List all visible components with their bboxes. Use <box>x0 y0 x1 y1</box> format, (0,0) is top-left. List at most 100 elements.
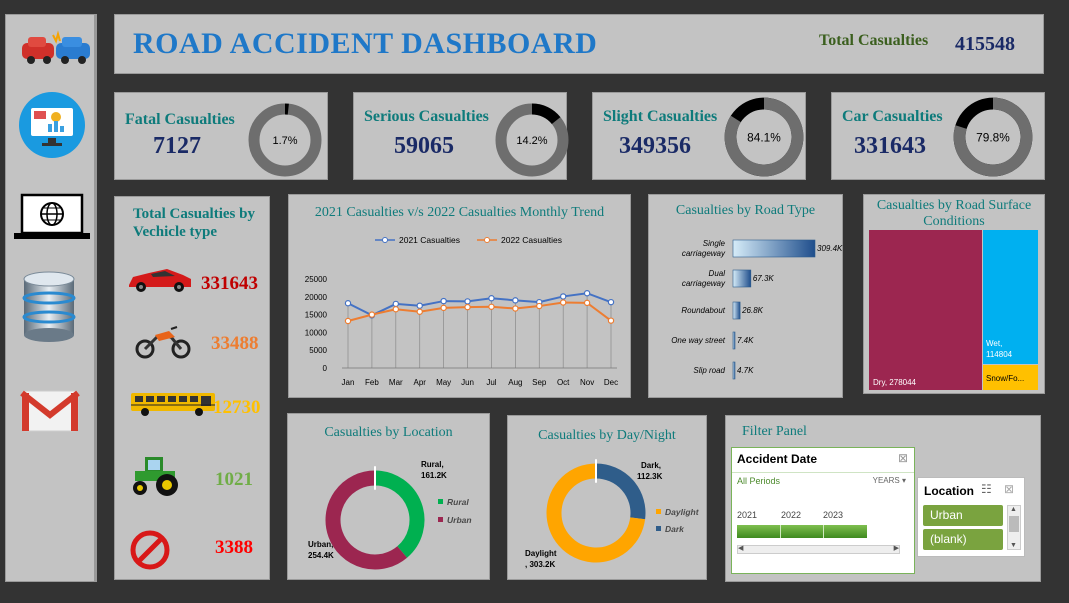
kpi-label: Serious Casualties <box>364 108 489 125</box>
bar <box>732 269 752 288</box>
bar <box>732 331 736 350</box>
kpi-value: 59065 <box>394 133 454 159</box>
location-slicer-header: Location <box>924 484 974 498</box>
category-label: Dual <box>709 269 726 278</box>
filter-panel: Filter Panel Accident Date ⊠ All Periods… <box>725 415 1041 582</box>
kpi-label: Fatal Casualties <box>125 111 235 128</box>
vehicle-value-motorcycle: 33488 <box>211 333 259 354</box>
category-label: Slip road <box>693 366 725 375</box>
sidebar <box>5 14 97 582</box>
x-tick-label: Feb <box>365 378 379 387</box>
category-label: carriageway <box>682 279 726 288</box>
timeline-year-2023[interactable]: 2023 <box>823 510 843 520</box>
globe-laptop-icon[interactable] <box>12 193 92 248</box>
mail-icon[interactable] <box>20 387 80 438</box>
vehicle-title-line2: Vechicle type <box>133 224 218 240</box>
data-point <box>440 304 447 312</box>
data-label: Daylight <box>525 549 557 558</box>
slicer-scrollbar[interactable]: ▲ ▼ <box>1007 505 1021 550</box>
header: ROAD ACCIDENT DASHBOARD Total Casualties… <box>114 14 1044 74</box>
bar-value-label: 7.4K <box>737 336 754 345</box>
data-point <box>488 303 495 310</box>
kpi-ring: 14.2% <box>495 103 569 177</box>
location-slicer[interactable]: Location ☷ ⊠ Urban (blank) ▲ ▼ <box>917 477 1025 557</box>
kpi-ring: 1.7% <box>248 103 322 177</box>
treemap-cell-dry <box>869 230 982 390</box>
legend-swatch <box>656 526 661 531</box>
data-point <box>559 299 567 306</box>
data-point <box>607 298 615 306</box>
kpi-value: 349356 <box>619 133 691 159</box>
x-tick-label: Jun <box>461 378 474 387</box>
bar-value-label: 4.7K <box>737 366 754 375</box>
database-icon[interactable] <box>20 269 78 348</box>
timeline-scrollbar[interactable]: ◀ ▶ <box>737 545 900 554</box>
prohibited-icon <box>129 529 171 576</box>
y-tick-label: 0 <box>323 364 328 373</box>
legend-label: Daylight <box>665 507 700 517</box>
timeline-selection-bar[interactable] <box>737 525 867 538</box>
series-line <box>347 301 612 322</box>
treemap-label: 114804 <box>986 350 1013 359</box>
kpi-label: Car Casualties <box>842 108 943 125</box>
data-point <box>392 306 400 313</box>
road-type-chart: 309.4KSinglecarriageway67.3KDualcarriage… <box>671 239 843 380</box>
legend-swatch <box>656 509 661 514</box>
vehicle-type-card: Total Casualties by Vechicle type 331643… <box>114 196 270 580</box>
data-point <box>392 300 400 308</box>
slicer-option-blank[interactable]: (blank) <box>923 529 1003 550</box>
data-point <box>416 302 423 309</box>
clear-filter-icon[interactable]: ⊠ <box>898 451 908 465</box>
x-tick-label: Dec <box>604 378 618 387</box>
slicer-option-urban[interactable]: Urban <box>923 505 1003 526</box>
category-label: Single <box>703 239 726 248</box>
legend-label: 2022 Casualties <box>501 235 562 245</box>
bus-icon <box>129 391 217 422</box>
timeline-year-2021[interactable]: 2021 <box>737 510 757 520</box>
legend-label: Dark <box>665 524 685 534</box>
clear-filter-icon[interactable]: ⊠ <box>1004 482 1014 496</box>
data-point <box>559 293 567 300</box>
legend-label: Urban <box>447 515 472 525</box>
y-tick-label: 20000 <box>305 293 328 302</box>
y-tick-label: 15000 <box>305 311 328 320</box>
data-point <box>536 302 543 310</box>
bar-value-label: 309.4K <box>817 244 843 253</box>
tractor-icon <box>127 451 183 502</box>
legend-label: Rural <box>447 497 469 507</box>
car-icon <box>127 265 193 298</box>
monthly-trend-card: 2021 Casualties v/s 2022 Casualties Mont… <box>288 194 631 398</box>
car-crash-icon[interactable] <box>20 29 92 74</box>
bar <box>732 361 736 380</box>
road-surface-card: Casualties by Road Surface Conditions Dr… <box>863 194 1045 394</box>
y-tick-label: 5000 <box>309 346 327 355</box>
data-point <box>512 305 519 312</box>
x-tick-label: May <box>436 378 451 387</box>
page-title: ROAD ACCIDENT DASHBOARD <box>133 27 598 60</box>
dashboard-monitor-icon[interactable] <box>18 91 86 164</box>
filter-panel-title: Filter Panel <box>742 424 807 439</box>
kpi-car-card: Car Casualties 331643 79.8% <box>831 92 1045 180</box>
daynight-card: Casualties by Day/Night Dark, 112.3K Dayli… <box>507 415 707 580</box>
legend-marker <box>382 237 388 243</box>
daynight-donut: Dark, 112.3K Daylight , 303.2K Daylight Dark <box>525 459 700 569</box>
vehicle-type-title: Total Casualties by Vechicle type <box>133 205 255 241</box>
monthly-trend-chart: 2021 Casualties 2022 Casualties 0 5000 10000… <box>305 235 618 387</box>
kpi-fatal-card: Fatal Casualties 7127 1.7% <box>114 92 328 180</box>
multiselect-icon[interactable]: ☷ <box>981 482 992 496</box>
data-label: 254.4K <box>308 551 334 560</box>
road-type-card: Casualties by Road Type 309.4K Single carr… <box>648 194 843 398</box>
data-point <box>416 308 423 315</box>
kpi-ring: 84.1% <box>724 97 804 177</box>
kpi-slight-card: Slight Casualties 349356 84.1% <box>592 92 806 180</box>
timeline-year-2022[interactable]: 2022 <box>781 510 801 520</box>
treemap-label: Dry, 278044 <box>873 378 917 387</box>
data-label: 112.3K <box>637 472 663 481</box>
kpi-ring: 79.8% <box>953 97 1033 177</box>
years-dropdown[interactable]: YEARS ▾ <box>873 476 906 485</box>
bar-value-label: 67.3K <box>753 274 775 283</box>
x-tick-label: Apr <box>414 378 427 387</box>
accident-date-timeline[interactable]: Accident Date ⊠ All Periods YEARS ▾ 2021… <box>731 447 915 574</box>
category-label: Roundabout <box>681 306 725 315</box>
timeline-header: Accident Date <box>737 452 818 466</box>
